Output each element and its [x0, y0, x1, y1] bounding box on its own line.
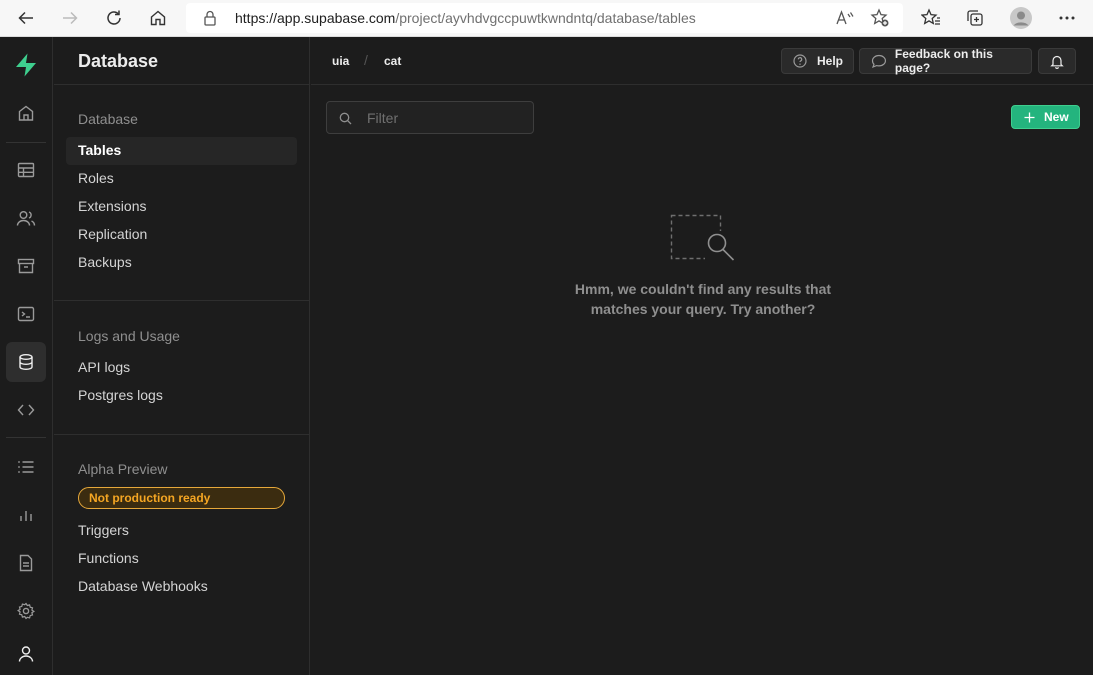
rail-item-database[interactable]	[6, 342, 46, 382]
home-icon	[150, 10, 166, 26]
account-icon	[18, 646, 34, 662]
rail-item-account[interactable]	[6, 634, 46, 674]
storage-icon	[17, 258, 35, 274]
feedback-icon	[871, 54, 887, 68]
sql-editor-icon	[17, 306, 35, 322]
plus-icon	[1024, 112, 1035, 122]
sidebar-divider	[54, 84, 310, 85]
help-button[interactable]: Help	[781, 48, 854, 74]
notifications-button[interactable]	[1038, 48, 1076, 74]
users-icon	[16, 211, 36, 226]
favorite-add-icon[interactable]	[870, 8, 890, 28]
collections-button[interactable]	[960, 4, 990, 32]
url-text: https://app.supabase.com/project/ayvhdvg…	[235, 10, 696, 26]
reports-icon	[20, 511, 32, 521]
rail-item-table-editor[interactable]	[6, 150, 46, 190]
favorites-icon	[921, 8, 940, 25]
rail-divider	[6, 437, 46, 438]
section-label-database: Database	[78, 111, 138, 127]
feedback-button[interactable]: Feedback on this page?	[859, 47, 1032, 75]
search-icon	[339, 112, 352, 125]
arrow-right-icon	[63, 11, 78, 25]
page-header: uia / cat Help Feedback on this page?	[311, 37, 1093, 85]
profile-button[interactable]	[1006, 4, 1036, 32]
section-divider	[54, 300, 310, 301]
home-button[interactable]	[143, 4, 173, 32]
rail-item-reports[interactable]	[6, 495, 46, 535]
empty-state-message: Hmm, we couldn't find any results that m…	[574, 281, 832, 317]
sidebar-item-roles[interactable]: Roles	[66, 165, 297, 193]
rail-item-logs[interactable]	[6, 447, 46, 487]
new-label: New	[1044, 110, 1069, 124]
rail-item-settings[interactable]	[6, 591, 46, 631]
browser-toolbar: https://app.supabase.com/project/ayvhdvg…	[0, 0, 1093, 37]
lock-icon	[204, 10, 216, 26]
sidebar-title: Database	[78, 51, 159, 71]
refresh-icon	[107, 10, 121, 25]
more-icon	[1059, 16, 1075, 20]
settings-icon	[17, 602, 35, 620]
arrow-left-icon	[18, 11, 33, 25]
supabase-logo-icon	[16, 53, 36, 77]
sidebar-item-replication[interactable]: Replication	[66, 221, 297, 249]
avatar-icon	[1010, 7, 1032, 29]
read-aloud-icon[interactable]	[835, 9, 855, 27]
docs-icon	[19, 554, 33, 572]
sidebar-item-functions[interactable]: Functions	[66, 545, 297, 573]
help-icon	[793, 54, 807, 68]
address-bar[interactable]: https://app.supabase.com/project/ayvhdvg…	[186, 3, 903, 33]
logs-icon	[18, 461, 34, 473]
sidebar-item-api-logs[interactable]: API logs	[66, 354, 297, 382]
supabase-logo[interactable]	[6, 45, 46, 85]
settings-menu-button[interactable]	[1052, 4, 1082, 32]
forward-button[interactable]	[55, 4, 85, 32]
section-label-logs: Logs and Usage	[78, 328, 180, 344]
sidebar-item-postgres-logs[interactable]: Postgres logs	[66, 382, 297, 410]
breadcrumb-org[interactable]: uia	[332, 54, 349, 68]
sidebar-item-backups[interactable]: Backups	[66, 249, 297, 277]
back-button[interactable]	[11, 4, 41, 32]
rail-item-home[interactable]	[6, 93, 46, 133]
breadcrumb-project[interactable]: cat	[384, 54, 401, 68]
section-label-alpha: Alpha Preview	[78, 461, 168, 477]
rail-item-docs[interactable]	[6, 543, 46, 583]
sidebar-item-database-webhooks[interactable]: Database Webhooks	[66, 573, 297, 601]
sidebar-item-tables[interactable]: Tables	[66, 137, 297, 165]
sidebar-item-extensions[interactable]: Extensions	[66, 193, 297, 221]
table-editor-icon	[17, 162, 35, 178]
favorites-button[interactable]	[916, 4, 946, 32]
rail-divider	[6, 142, 46, 143]
reload-button[interactable]	[99, 4, 129, 32]
breadcrumb-separator: /	[364, 52, 368, 68]
help-label: Help	[817, 54, 844, 68]
home-icon	[18, 105, 34, 121]
api-icon	[17, 404, 35, 416]
new-table-button[interactable]: New	[1011, 105, 1080, 129]
empty-search-icon	[670, 214, 735, 261]
rail-item-api[interactable]	[6, 390, 46, 430]
rail-item-auth[interactable]	[6, 198, 46, 238]
bell-icon	[1050, 55, 1064, 69]
feedback-label: Feedback on this page?	[894, 47, 993, 75]
rail-item-storage[interactable]	[6, 246, 46, 286]
database-sidebar: Database Database Tables Roles Extension…	[54, 37, 310, 675]
filter-input[interactable]	[355, 108, 525, 128]
database-icon	[19, 354, 33, 371]
collections-icon	[967, 10, 983, 26]
section-divider	[54, 434, 310, 435]
icon-rail	[0, 37, 53, 675]
filter-field[interactable]	[326, 101, 534, 134]
status-badge: Not production ready	[78, 487, 285, 509]
rail-item-sql-editor[interactable]	[6, 294, 46, 334]
sidebar-item-triggers[interactable]: Triggers	[66, 517, 297, 545]
